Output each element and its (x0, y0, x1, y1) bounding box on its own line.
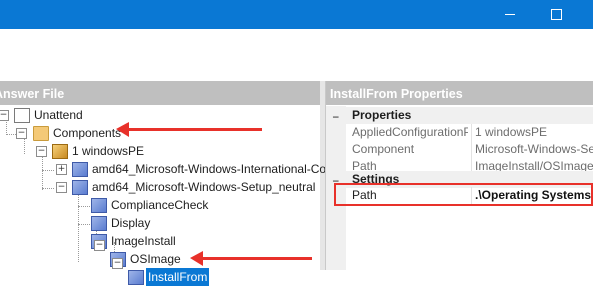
document-settings-icon (14, 108, 30, 123)
component-cube-icon (72, 180, 88, 195)
maximize-icon (550, 9, 562, 20)
tree-item-label-selected: InstallFrom (146, 268, 210, 286)
tree-item-label: ImageInstall (111, 234, 176, 248)
highlight-box (334, 183, 593, 206)
tree-item-label: 1 windowsPE (72, 144, 145, 158)
tree-item-label: OSImage (130, 252, 181, 266)
property-row[interactable]: AppliedConfigurationPas 1 windowsPE (326, 124, 593, 141)
tree-item-label: Components (53, 126, 122, 140)
answer-file-header: Answer File (0, 81, 320, 105)
annotation-arrow (116, 122, 262, 137)
minimize-icon (505, 14, 515, 15)
collapse-icon[interactable]: − (16, 128, 27, 139)
property-name: AppliedConfigurationPas (352, 125, 468, 139)
expand-icon[interactable]: + (56, 164, 67, 175)
annotation-arrow (190, 251, 312, 266)
category-properties[interactable]: − Properties (326, 107, 593, 124)
folder-icon (33, 126, 49, 141)
property-value: Microsoft-Windows-Setup (471, 141, 593, 158)
minimize-button[interactable] (487, 0, 533, 29)
property-name: Component (352, 142, 415, 156)
category-label: Properties (352, 108, 412, 122)
package-icon (52, 144, 68, 159)
component-cube-icon (91, 216, 107, 231)
property-row[interactable]: Component Microsoft-Windows-Setup (326, 141, 593, 158)
collapse-icon[interactable]: − (94, 240, 105, 251)
tree-item-label: Display (111, 216, 151, 230)
close-button-edge[interactable] (580, 0, 593, 29)
tree-item-label: Unattend (34, 108, 83, 122)
collapse-icon[interactable]: − (56, 182, 67, 193)
component-cube-icon (128, 270, 144, 285)
collapse-icon[interactable]: − (112, 258, 123, 269)
component-cube-icon (91, 198, 107, 213)
collapse-icon[interactable]: − (36, 146, 47, 157)
tree-item-label: ComplianceCheck (111, 198, 209, 212)
collapse-icon[interactable]: − (0, 110, 9, 121)
properties-header: InstallFrom Properties (326, 81, 593, 105)
tree-item-label: amd64_Microsoft-Windows-Setup_neutral (92, 180, 316, 194)
tree-item-label: amd64_Microsoft-Windows-International-Co… (92, 162, 355, 176)
maximize-button[interactable] (533, 0, 579, 29)
toolbar (0, 29, 593, 82)
property-value: 1 windowsPE (471, 124, 593, 141)
component-cube-icon (72, 162, 88, 177)
